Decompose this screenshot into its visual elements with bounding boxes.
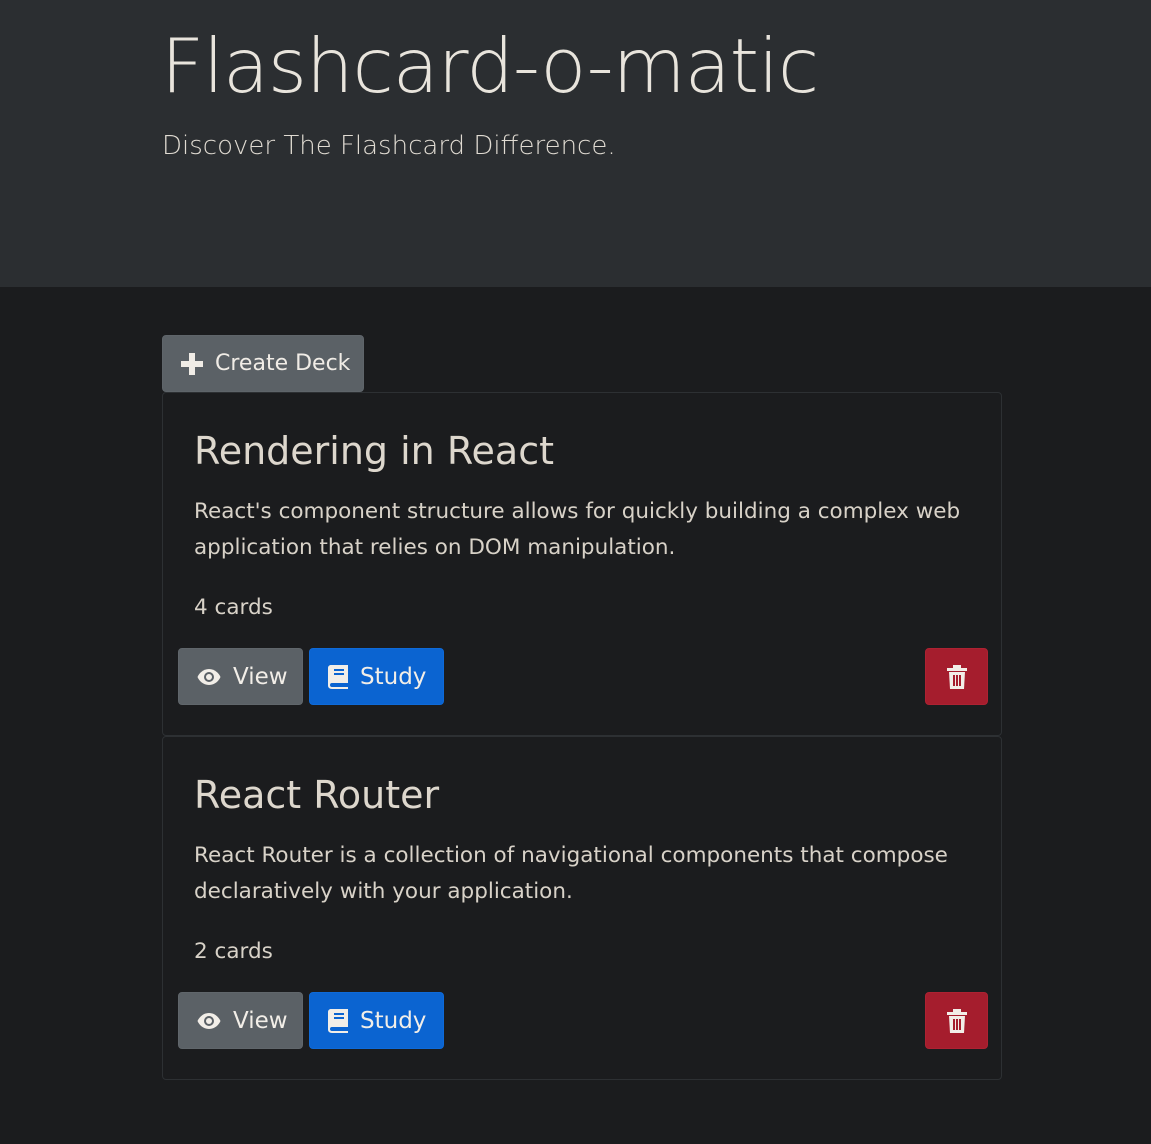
delete-deck-button[interactable] — [925, 992, 988, 1049]
study-label: Study — [360, 663, 427, 690]
deck-card-count: 4 cards — [194, 595, 273, 620]
book-icon — [328, 664, 348, 689]
deck-card: Rendering in React React's component str… — [162, 392, 1002, 736]
eye-icon — [197, 1012, 221, 1029]
delete-deck-button[interactable] — [925, 648, 988, 705]
create-deck-button[interactable]: Create Deck — [162, 335, 364, 392]
app-title: Flashcard-o-matic — [161, 22, 819, 110]
view-label: View — [233, 1007, 288, 1034]
create-deck-label: Create Deck — [215, 351, 351, 376]
deck-description: React's component structure allows for q… — [194, 499, 961, 560]
deck-name: Rendering in React — [194, 429, 554, 473]
view-deck-button[interactable]: View — [178, 648, 303, 705]
view-label: View — [233, 663, 288, 690]
app-subtitle: Discover The Flashcard Difference. — [162, 131, 616, 161]
trash-icon — [946, 664, 967, 689]
view-deck-button[interactable]: View — [178, 992, 303, 1049]
study-deck-button[interactable]: Study — [309, 648, 444, 705]
book-icon — [328, 1008, 348, 1033]
deck-card: React Router React Router is a collectio… — [162, 736, 1002, 1080]
deck-name: React Router — [194, 773, 440, 817]
study-label: Study — [360, 1007, 427, 1034]
deck-description: React Router is a collection of navigati… — [194, 843, 948, 904]
jumbotron-header: Flashcard-o-matic Discover The Flashcard… — [0, 0, 1151, 287]
trash-icon — [946, 1008, 967, 1033]
eye-icon — [197, 668, 221, 685]
study-deck-button[interactable]: Study — [309, 992, 444, 1049]
deck-card-count: 2 cards — [194, 939, 273, 964]
plus-icon — [181, 352, 203, 375]
